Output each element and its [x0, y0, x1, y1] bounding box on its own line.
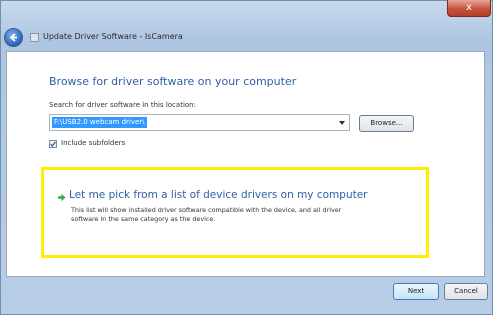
include-subfolders-label: Include subfolders	[61, 139, 126, 147]
next-button[interactable]: Next	[393, 283, 439, 300]
window-title: Update Driver Software - IsCamera	[43, 32, 183, 41]
browse-button[interactable]: Browse...	[359, 115, 414, 132]
checkmark-icon	[50, 141, 56, 147]
back-arrow-icon	[9, 33, 17, 42]
driver-path-value[interactable]: F:\USB2.0 webcam driver\	[52, 117, 147, 128]
pick-from-list-link[interactable]: Let me pick from a list of device driver…	[69, 189, 368, 201]
driver-path-combobox[interactable]: F:\USB2.0 webcam driver\	[49, 114, 350, 131]
device-icon	[30, 33, 39, 42]
description-line: software in the same category as the dev…	[71, 215, 216, 223]
cancel-button[interactable]: Cancel	[444, 283, 488, 300]
chevron-down-icon[interactable]	[337, 118, 347, 128]
close-button[interactable]: x	[447, 0, 491, 17]
pick-from-list-description: This list will show installed driver sof…	[71, 206, 431, 224]
include-subfolders-checkbox[interactable]	[49, 140, 57, 148]
description-line: This list will show installed driver sof…	[71, 206, 342, 214]
search-location-label: Search for driver software in this locat…	[49, 101, 196, 109]
page-heading: Browse for driver software on your compu…	[49, 75, 297, 88]
back-button[interactable]	[4, 28, 23, 47]
green-arrow-icon	[58, 193, 66, 202]
